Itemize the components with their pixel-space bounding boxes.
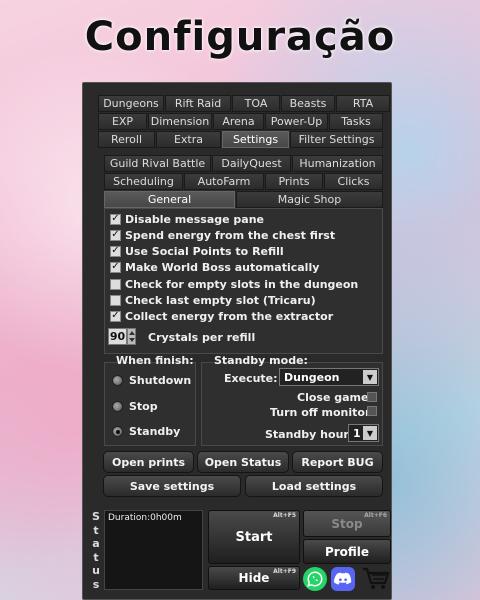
close-game-label: Close game	[297, 391, 369, 404]
whatsapp-icon[interactable]	[303, 567, 327, 591]
subtab-autofarm[interactable]: AutoFarm	[184, 173, 264, 190]
status-letter: u	[92, 564, 100, 577]
check-label: Check last empty slot (Tricaru)	[125, 293, 316, 307]
check-label: Make World Boss automatically	[125, 260, 320, 274]
tab-filter-settings[interactable]: Filter Settings	[290, 131, 383, 148]
turn-off-monitor-checkbox[interactable]	[367, 406, 377, 416]
status-letter: a	[92, 537, 100, 550]
radio-label: Stop	[129, 400, 158, 413]
turn-off-monitor-label: Turn off monitor	[270, 406, 371, 419]
checkbox-checked[interactable]: ✓	[110, 213, 121, 225]
tab-dimension[interactable]: Dimension	[148, 113, 212, 130]
start-button[interactable]: Alt+F5 Start	[208, 510, 300, 564]
check-label: Disable message pane	[125, 212, 264, 226]
hide-hotkey: Alt+F9	[273, 568, 296, 575]
open-status-button[interactable]: Open Status	[197, 451, 289, 473]
check-row-2[interactable]: ✓ Use Social Points to Refill	[110, 244, 284, 258]
subtab-humanization[interactable]: Humanization	[292, 155, 383, 172]
start-label: Start	[235, 529, 273, 545]
status-letter: t	[93, 550, 99, 564]
radio-stop[interactable]: Stop	[112, 400, 158, 413]
standby-heading: Standby mode:	[214, 354, 308, 367]
close-game-checkbox[interactable]	[367, 392, 377, 402]
subtab-magic-shop[interactable]: Magic Shop	[236, 191, 383, 208]
radio-standby[interactable]: Standby	[112, 425, 180, 438]
start-hotkey: Alt+F5	[273, 512, 296, 519]
radio-shutdown[interactable]: Shutdown	[112, 374, 191, 387]
hide-label: Hide	[238, 571, 270, 585]
tab-toa[interactable]: TOA	[232, 95, 280, 112]
execute-label: Execute:	[224, 372, 278, 385]
subtab-prints[interactable]: Prints	[265, 173, 323, 190]
tab-rift-raid[interactable]: Rift Raid	[165, 95, 231, 112]
status-text: Duration:0h00m	[108, 513, 182, 523]
tab-exp[interactable]: EXP	[98, 113, 147, 130]
status-letter: S	[92, 510, 100, 523]
status-log: Duration:0h00m	[104, 510, 203, 590]
subtab-clicks[interactable]: Clicks	[324, 173, 383, 190]
checkbox-checked[interactable]: ✓	[110, 261, 121, 273]
profile-button[interactable]: Profile	[303, 539, 391, 564]
standby-hour-select[interactable]: 1 ▼	[348, 424, 379, 442]
crystals-input[interactable]: 90	[108, 328, 127, 345]
chevron-down-icon[interactable]: ▼	[363, 370, 377, 384]
check-label: Spend energy from the chest first	[125, 228, 336, 242]
tab-settings[interactable]: Settings	[222, 131, 289, 148]
open-prints-button[interactable]: Open prints	[103, 451, 194, 473]
tab-reroll[interactable]: Reroll	[98, 131, 155, 148]
tab-rta[interactable]: RTA	[336, 95, 390, 112]
radio-label: Shutdown	[129, 374, 192, 387]
subtab-guild-rival-battle[interactable]: Guild Rival Battle	[104, 155, 211, 172]
tab-arena[interactable]: Arena	[213, 113, 264, 130]
checkbox-unchecked[interactable]	[110, 278, 121, 290]
check-row-6[interactable]: ✓ Collect energy from the extractor	[110, 309, 333, 323]
check-label: Use Social Points to Refill	[125, 244, 284, 258]
radio-label: Standby	[129, 425, 181, 438]
checkbox-checked[interactable]: ✓	[110, 245, 121, 257]
checkbox-unchecked[interactable]	[110, 294, 121, 306]
check-label: Check for empty slots in the dungeon	[125, 277, 359, 291]
radio-icon[interactable]	[112, 401, 123, 412]
execute-select[interactable]: Dungeon ▼	[279, 368, 379, 386]
page-title: Configuração	[84, 14, 396, 60]
when-finish-heading: When finish:	[116, 354, 194, 367]
tab-tasks[interactable]: Tasks	[329, 113, 383, 130]
status-letter: t	[93, 523, 99, 537]
radio-icon-selected[interactable]	[112, 426, 123, 437]
standby-hour-value: 1	[353, 426, 361, 440]
radio-icon[interactable]	[112, 375, 123, 386]
load-settings-button[interactable]: Load settings	[245, 475, 383, 497]
stop-label: Stop	[331, 516, 363, 531]
checkbox-checked[interactable]: ✓	[110, 310, 121, 322]
tab-extra[interactable]: Extra	[156, 131, 221, 148]
tab-dungeons[interactable]: Dungeons	[98, 95, 164, 112]
subtab-general[interactable]: General	[104, 191, 235, 208]
check-row-1[interactable]: ✓ Spend energy from the chest first	[110, 228, 335, 242]
check-row-3[interactable]: ✓ Make World Boss automatically	[110, 260, 319, 274]
checkbox-checked[interactable]: ✓	[110, 229, 121, 241]
status-letter: s	[92, 577, 100, 591]
check-row-4[interactable]: Check for empty slots in the dungeon	[110, 277, 358, 291]
tab-beasts[interactable]: Beasts	[281, 95, 335, 112]
standby-hour-label: Standby hour:	[265, 428, 354, 441]
subtab-scheduling[interactable]: Scheduling	[104, 173, 183, 190]
check-label: Collect energy from the extractor	[125, 309, 334, 323]
stop-button[interactable]: Alt+F6 Stop	[303, 510, 391, 537]
subtab-dailyquest[interactable]: DailyQuest	[212, 155, 291, 172]
crystals-label: Crystals per refill	[148, 331, 256, 344]
hide-button[interactable]: Alt+F9 Hide	[208, 566, 300, 590]
execute-value: Dungeon	[284, 370, 340, 384]
stop-hotkey: Alt+F6	[364, 512, 387, 519]
check-row-5[interactable]: Check last empty slot (Tricaru)	[110, 293, 316, 307]
cart-icon[interactable]	[361, 566, 391, 592]
save-settings-button[interactable]: Save settings	[103, 475, 241, 497]
discord-icon[interactable]	[331, 567, 355, 591]
check-row-0[interactable]: ✓ Disable message pane	[110, 212, 264, 226]
tab-power-up[interactable]: Power-Up	[265, 113, 328, 130]
report-bug-button[interactable]: Report BUG	[292, 451, 383, 473]
chevron-down-icon[interactable]: ▼	[363, 426, 377, 440]
crystals-spinner[interactable]	[127, 328, 136, 345]
